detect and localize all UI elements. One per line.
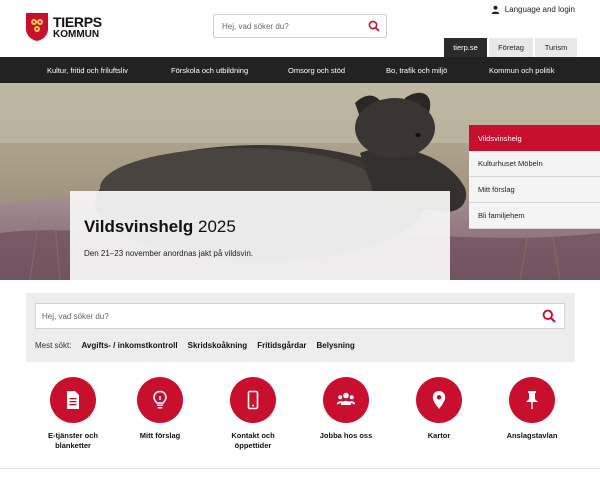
logo-title: TIERPS	[53, 13, 102, 30]
document-icon	[67, 391, 79, 409]
tab-tierp-se[interactable]: tierp.se	[444, 38, 487, 57]
tile-label: Kartor	[427, 431, 451, 440]
popular-link[interactable]: Fritidsgårdar	[257, 341, 306, 350]
tile-kontakt[interactable]: Kontakt och öppettider	[213, 377, 293, 451]
crest-icon	[26, 13, 48, 41]
tab-turism[interactable]: Turism	[535, 38, 577, 57]
quick-link-vildsvinshelg[interactable]: Vildsvinshelg	[469, 125, 600, 151]
hero-quick-links: Vildsvinshelg Kulturhuset Möbeln Mitt fö…	[469, 125, 600, 229]
nav-item-omsorg[interactable]: Omsorg och stöd	[288, 66, 345, 75]
map-pin-icon	[432, 391, 446, 409]
hero-card[interactable]: Vildsvinshelg 2025 Den 21–23 november an…	[70, 191, 450, 280]
tile-label: Mitt förslag	[139, 431, 181, 440]
quick-link-familjehem[interactable]: Bli familjehem	[469, 203, 600, 229]
nav-item-kultur[interactable]: Kultur, fritid och friluftsliv	[47, 66, 128, 75]
main-navigation: Kultur, fritid och friluftsliv Förskola …	[0, 57, 600, 83]
search-icon[interactable]	[368, 20, 380, 32]
language-login-label: Language and login	[504, 5, 575, 14]
phone-icon	[247, 390, 259, 410]
municipality-logo[interactable]: TIERPS KOMMUN	[25, 12, 102, 42]
tile-anslagstavlan[interactable]: Anslagstavlan	[492, 377, 572, 441]
search-icon[interactable]	[542, 309, 556, 323]
nav-item-kommun-politik[interactable]: Kommun och politik	[489, 66, 554, 75]
header-search-input[interactable]	[214, 15, 364, 37]
nav-item-bo-trafik[interactable]: Bo, trafik och miljö	[386, 66, 447, 75]
popular-link[interactable]: Skridskoåkning	[188, 341, 248, 350]
main-search	[35, 303, 565, 329]
main-search-input[interactable]	[36, 304, 526, 328]
service-tiles: E-tjänster och blanketter Mitt förslag K…	[0, 377, 600, 457]
tab-foretag[interactable]: Företag	[489, 38, 533, 57]
tile-mitt-forslag[interactable]: Mitt förslag	[120, 377, 200, 441]
lightbulb-icon	[153, 390, 167, 409]
site-tabs: tierp.se Företag Turism	[444, 38, 577, 57]
site-header: TIERPS KOMMUN Language and login tierp.s…	[0, 0, 600, 57]
tile-kartor[interactable]: Kartor	[399, 377, 479, 441]
tile-e-tjanster[interactable]: E-tjänster och blanketter	[33, 377, 113, 451]
language-login-link[interactable]: Language and login	[491, 5, 575, 14]
tile-label: Kontakt och öppettider	[231, 431, 275, 450]
divider	[0, 468, 600, 469]
popular-searches: Mest sökt: Avgifts- / inkomstkontroll Sk…	[35, 341, 355, 350]
people-icon	[336, 392, 356, 405]
nav-item-forskola[interactable]: Förskola och utbildning	[171, 66, 248, 75]
header-search	[213, 14, 387, 38]
tile-label: Anslagstavlan	[506, 431, 558, 440]
hero-banner: Vildsvinshelg 2025 Den 21–23 november an…	[0, 83, 600, 280]
tile-jobba-hos-oss[interactable]: Jobba hos oss	[306, 377, 386, 441]
logo-subtitle: KOMMUN	[53, 28, 100, 40]
tile-label: E-tjänster och blanketter	[47, 431, 98, 450]
pushpin-icon	[526, 391, 538, 409]
quick-link-kulturhuset[interactable]: Kulturhuset Möbeln	[469, 151, 600, 177]
tile-label: Jobba hos oss	[319, 431, 373, 440]
popular-link[interactable]: Belysning	[317, 341, 355, 350]
quick-link-mitt-forslag[interactable]: Mitt förslag	[469, 177, 600, 203]
popular-link[interactable]: Avgifts- / inkomstkontroll	[81, 341, 177, 350]
person-icon	[491, 5, 499, 14]
search-panel: Mest sökt: Avgifts- / inkomstkontroll Sk…	[26, 293, 575, 362]
hero-text: Den 21–23 november anordnas jakt på vild…	[84, 249, 253, 258]
hero-title: Vildsvinshelg 2025	[84, 217, 236, 236]
popular-label: Mest sökt:	[35, 341, 72, 350]
